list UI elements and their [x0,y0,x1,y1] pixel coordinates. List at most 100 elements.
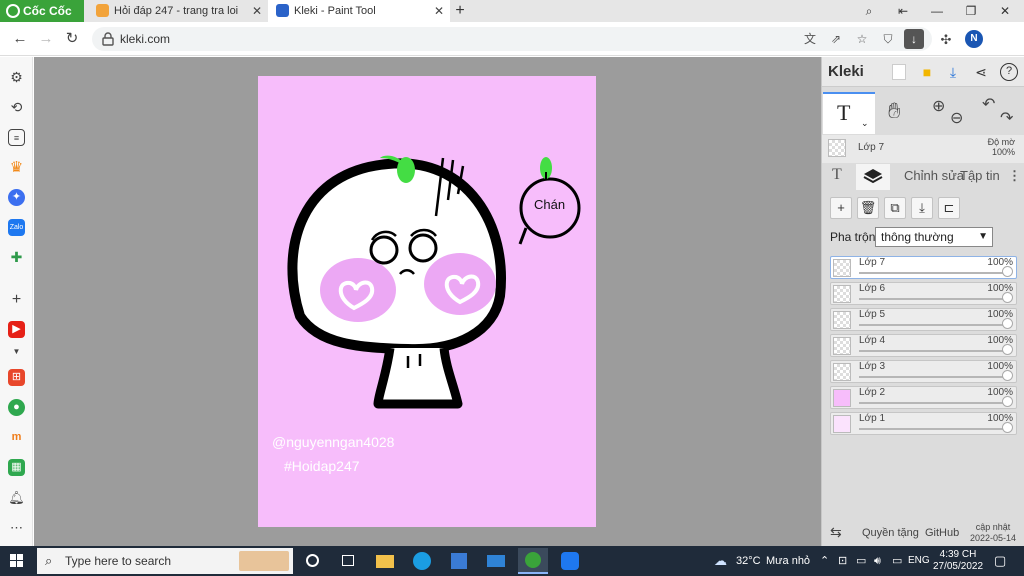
download-icon[interactable]: ↓ [904,29,924,49]
add-layer-button[interactable]: + [830,197,852,219]
swap-icon[interactable]: ⇆ [830,524,842,541]
text-tool-button[interactable]: T ⌄ [823,92,875,134]
cortana-icon[interactable] [298,548,328,574]
opacity-slider-track[interactable] [859,298,1007,300]
layer-row[interactable]: Lớp 1 100% [830,412,1017,435]
deals-icon[interactable]: m [8,429,25,446]
new-file-icon[interactable] [892,64,906,80]
zalo-taskbar-icon[interactable] [555,548,585,574]
save-download-icon[interactable]: ⤓ [944,63,962,81]
share-icon[interactable]: ⇗ [826,29,846,49]
drawing-canvas-area[interactable]: Chán @nguyenngan4028 #Hoidap247 [34,57,821,546]
coccoc-brand-button[interactable]: Cốc Cốc [0,0,84,22]
opacity-slider-knob[interactable] [1002,396,1013,407]
battery-icon[interactable]: ▭ [892,546,902,576]
zalo-icon[interactable]: Zalo [8,219,25,236]
opacity-slider-knob[interactable] [1002,422,1013,433]
layer-row[interactable]: Lớp 5 100% [830,308,1017,331]
youtube-icon[interactable]: ▶ [8,321,25,338]
opacity-slider-knob[interactable] [1002,266,1013,277]
new-tab-button[interactable]: + [452,0,468,22]
tray-display-icon[interactable]: ▭ [856,546,866,576]
add-sidebar-app-icon[interactable]: + [8,291,25,308]
tray-chevron-up-icon[interactable]: ⌃ [820,546,829,576]
back-icon[interactable]: ← [10,28,30,50]
windows-start-icon[interactable] [10,554,24,568]
layer-row[interactable]: Lớp 6 100% [830,282,1017,305]
search-tabs-icon[interactable]: ⌕ [855,0,883,22]
duplicate-layer-button[interactable]: ⧉ [884,197,906,219]
task-view-icon[interactable] [333,548,363,574]
shopping-icon[interactable]: ⊞ [8,369,25,386]
github-link[interactable]: GitHub [925,527,959,539]
reload-icon[interactable]: ↻ [62,28,82,50]
spreadsheet-icon[interactable]: ▦ [8,459,25,476]
maximize-button[interactable]: ❐ [957,0,985,22]
opacity-slider-knob[interactable] [1002,318,1013,329]
layer-row[interactable]: Lớp 3 100% [830,360,1017,383]
merge-layer-button[interactable]: ⤓ [911,197,933,219]
history-icon[interactable]: ⟲ [8,99,25,116]
layer-row[interactable]: Lớp 2 100% [830,386,1017,409]
zoom-in-icon[interactable]: ⊕ [932,96,945,116]
clock[interactable]: 4:39 CH 27/05/2022 [930,549,986,573]
maps-pin-icon[interactable]: ● [8,399,25,416]
delete-layer-button[interactable]: 🗑︎ [857,197,879,219]
forward-icon[interactable]: → [36,28,56,50]
url-field[interactable]: kleki.com 文 ⇗ ☆ ⛉ ↓ [92,27,932,51]
open-folder-icon[interactable]: ■ [918,63,936,81]
tab-edit[interactable]: Chỉnh sửa [904,168,964,183]
taskbar-search-box[interactable]: ⌕ Type here to search [37,548,293,574]
weather-desc[interactable]: Mưa nhỏ [766,546,810,576]
weather-temp[interactable]: 32°C [736,546,761,576]
opacity-slider-track[interactable] [859,376,1007,378]
volume-icon[interactable]: 🔊︎ [874,546,881,576]
layer-row[interactable]: Lớp 7 100% [830,256,1017,279]
edge-icon[interactable] [407,548,437,574]
reading-list-icon[interactable]: ≡ [8,129,25,146]
opacity-slider-track[interactable] [859,402,1007,404]
notifications-bell-icon[interactable]: 🔔︎ [8,489,25,506]
more-menu-icon[interactable]: ⋮ [1008,168,1021,184]
opacity-slider-track[interactable] [859,428,1007,430]
opacity-slider-track[interactable] [859,324,1007,326]
mail-icon[interactable] [481,548,511,574]
language-indicator[interactable]: ENG [908,546,930,576]
opacity-slider-knob[interactable] [1002,344,1013,355]
coccoc-taskbar-icon[interactable] [518,548,548,574]
close-window-button[interactable]: ✕ [991,0,1019,22]
translate-icon[interactable]: 文 [800,29,820,49]
opacity-slider-knob[interactable] [1002,370,1013,381]
weather-cloud-icon[interactable]: ☁ [714,546,727,576]
tab-layers[interactable] [856,164,890,190]
tab-text[interactable]: T [832,166,842,184]
shield-icon[interactable]: ⛉ [878,29,898,49]
blend-mode-select[interactable]: thông thường ▼ [875,227,993,247]
tab-hoidap247[interactable]: Hỏi đáp 247 - trang tra loi ✕ [88,0,268,22]
restore-tabs-icon[interactable]: ⇤ [889,0,917,22]
notification-center-icon[interactable]: ▢ [994,546,1006,576]
drawing-canvas[interactable]: Chán @nguyenngan4028 #Hoidap247 [258,76,596,527]
opacity-slider-track[interactable] [859,350,1007,352]
tray-app-icon[interactable]: ⊡ [838,546,847,576]
extensions-icon[interactable]: ✣ [936,30,956,50]
more-options-icon[interactable]: ⋯ [8,519,25,536]
chevron-down-icon[interactable]: ▼ [8,343,25,360]
opacity-slider-knob[interactable] [1002,292,1013,303]
store-icon[interactable] [444,548,474,574]
redo-icon[interactable]: ↷ [1000,108,1013,128]
tab-kleki[interactable]: Kleki - Paint Tool ✕ [268,0,450,22]
share-icon[interactable]: ⋖ [972,63,990,81]
hand-tool-icon[interactable]: ✋︎ [888,98,901,124]
bookmark-star-icon[interactable]: ☆ [852,29,872,49]
rename-layer-button[interactable]: ⊏ [938,197,960,219]
profile-avatar[interactable]: N [965,30,983,48]
close-tab-icon[interactable]: ✕ [434,0,444,22]
game-controller-icon[interactable]: ✚ [8,249,25,266]
zoom-out-icon[interactable]: ⊖ [950,108,963,128]
minimize-button[interactable]: — [923,0,951,22]
privacy-link[interactable]: Quyền tặng [862,527,919,539]
opacity-slider-track[interactable] [859,272,1007,274]
settings-gear-icon[interactable]: ⚙ [8,69,25,86]
close-tab-icon[interactable]: ✕ [252,0,262,22]
